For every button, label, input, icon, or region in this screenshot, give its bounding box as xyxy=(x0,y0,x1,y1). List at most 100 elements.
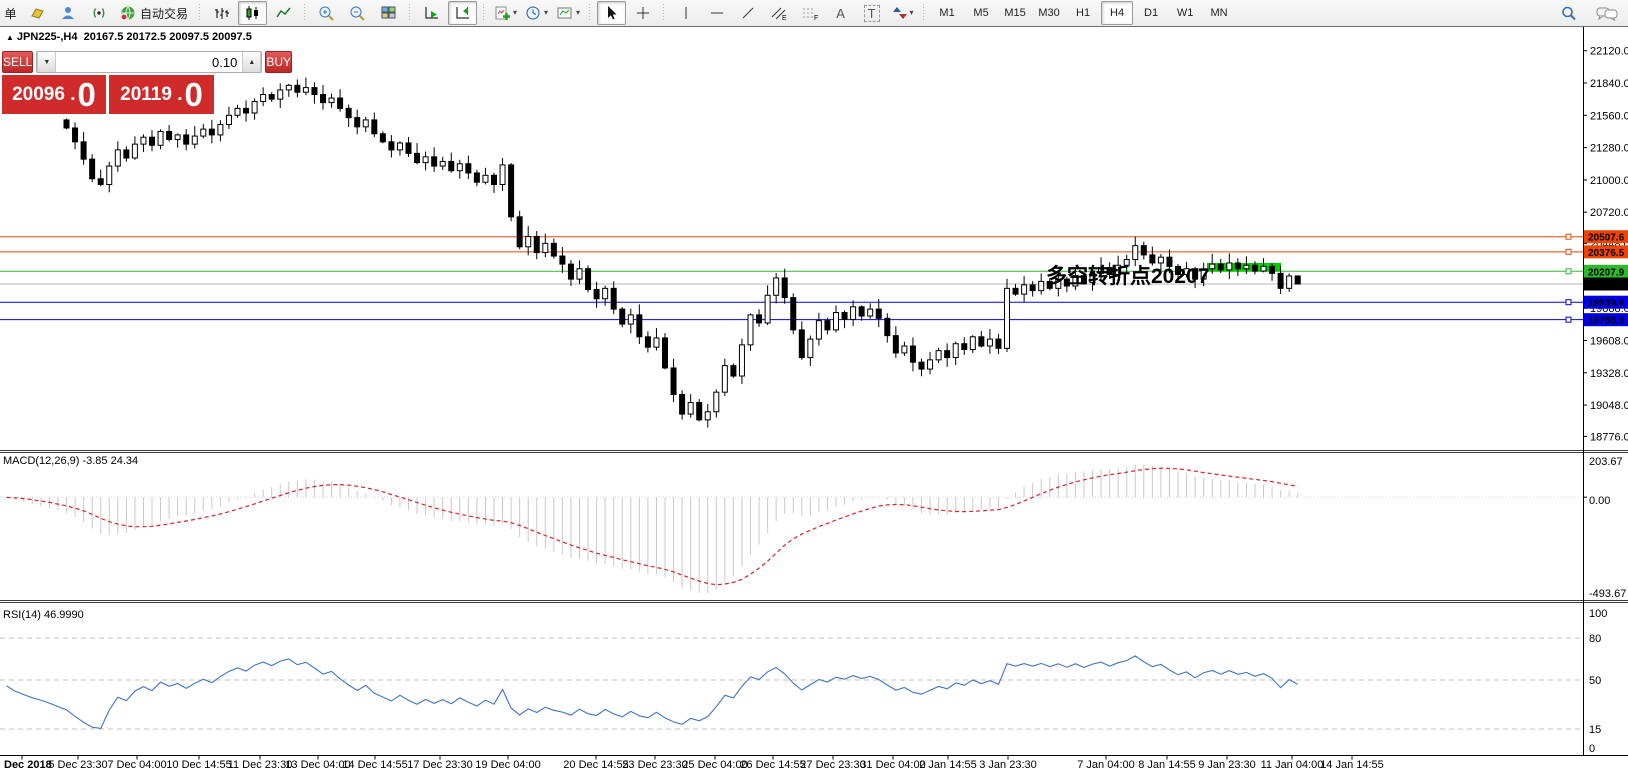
candle-body xyxy=(1269,265,1276,274)
sell-price[interactable]: 20096 .0 xyxy=(2,75,106,114)
candle-body xyxy=(892,335,899,354)
rsi-scale-0: 0 xyxy=(1589,743,1595,755)
volume-decrease-button[interactable]: ▼ xyxy=(37,52,57,72)
line-handle[interactable] xyxy=(1565,248,1572,255)
bar-chart-icon[interactable] xyxy=(207,1,236,25)
auto-trading-button[interactable]: 自动交易 xyxy=(115,1,193,25)
candle-body xyxy=(567,263,574,280)
time-axis-label: 7 Dec 04:00 xyxy=(107,759,166,771)
time-axis-label: 17 Dec 23:30 xyxy=(407,759,472,771)
line-handle[interactable] xyxy=(1565,233,1572,240)
candle-body xyxy=(713,391,720,413)
candle-body xyxy=(1243,264,1250,270)
price-tick-label: 20720.0 xyxy=(1590,207,1628,219)
candle-body xyxy=(747,314,754,346)
timeframe-d1[interactable]: D1 xyxy=(1135,1,1167,25)
candle-body xyxy=(978,336,985,347)
time-axis-label: 27 Dec 23:30 xyxy=(800,759,865,771)
rsi-scale-15: 15 xyxy=(1589,724,1601,736)
candle-body xyxy=(140,136,147,145)
equidistant-channel-tool[interactable]: E xyxy=(764,1,793,25)
time-axis-label: 20 Dec 14:55 xyxy=(563,759,628,771)
candle-body xyxy=(1038,280,1045,292)
templates-button[interactable]: ▾ xyxy=(553,1,583,25)
rsi-scale-80: 80 xyxy=(1589,633,1601,645)
arrows-tool[interactable]: ▾ xyxy=(888,1,917,25)
zoom-out-icon[interactable] xyxy=(343,1,372,25)
volume-increase-button[interactable]: ▲ xyxy=(242,52,262,72)
time-axis-label: 14 Dec 14:55 xyxy=(342,759,407,771)
indicators-button[interactable]: ▾ xyxy=(491,1,520,25)
timeframe-mn[interactable]: MN xyxy=(1203,1,1235,25)
candle-body xyxy=(662,337,668,369)
candle-body xyxy=(807,338,814,359)
candle-body xyxy=(1234,262,1241,270)
volume-input[interactable] xyxy=(56,52,243,72)
text-label-tool[interactable]: T xyxy=(857,1,886,25)
candle-body xyxy=(901,345,908,354)
candle-body xyxy=(1217,263,1224,271)
timeframe-m30[interactable]: M30 xyxy=(1033,1,1065,25)
timeframe-m15[interactable]: M15 xyxy=(999,1,1031,25)
candle-body xyxy=(166,130,173,141)
periods-button[interactable]: ▾ xyxy=(522,1,551,25)
signals-icon[interactable] xyxy=(84,1,113,25)
community-icon[interactable] xyxy=(53,1,82,25)
auto-scroll-icon[interactable] xyxy=(417,1,446,25)
trendline-tool[interactable] xyxy=(733,1,762,25)
tile-windows-icon[interactable] xyxy=(374,1,403,25)
time-axis-label: 31 Dec 04:00 xyxy=(860,759,925,771)
candle-body xyxy=(969,336,976,350)
one-click-trading-panel: SELL ▼ ▲ BUY 20096 .0 20119 .0 xyxy=(2,51,293,114)
rsi-scale-50: 50 xyxy=(1589,675,1601,687)
indicators-icon xyxy=(495,6,511,20)
candle-body xyxy=(362,119,369,128)
timeframe-m1[interactable]: M1 xyxy=(931,1,963,25)
candlestick-chart-icon[interactable] xyxy=(238,1,268,25)
line-handle[interactable] xyxy=(1565,299,1572,306)
sell-button[interactable]: SELL xyxy=(2,51,34,73)
macd-scale-zero: 0.00 xyxy=(1589,495,1610,507)
line-handle[interactable] xyxy=(1565,316,1572,323)
candle-body xyxy=(465,163,472,174)
gold-order-icon[interactable] xyxy=(22,1,51,25)
timeframe-m5[interactable]: M5 xyxy=(965,1,997,25)
candle-body xyxy=(1021,284,1028,295)
candle-body xyxy=(781,277,788,299)
order-button[interactable]: 单 xyxy=(1,1,20,25)
volume-stepper: ▼ ▲ xyxy=(36,51,263,73)
buy-button[interactable]: BUY xyxy=(265,51,293,73)
crosshair-tool[interactable] xyxy=(628,1,657,25)
vertical-line-tool[interactable] xyxy=(671,1,700,25)
time-axis-label: 2 Jan 14:55 xyxy=(919,759,977,771)
line-chart-icon[interactable] xyxy=(269,1,298,25)
chart-canvas[interactable]: 22120.0 21840.0 21560.0 21280.0 21000.0 20720… xyxy=(0,27,1628,774)
candle-body xyxy=(345,107,352,119)
cursor-tool[interactable] xyxy=(597,1,627,25)
candle-body xyxy=(585,268,592,290)
candle-body xyxy=(106,165,113,186)
candle-body xyxy=(456,163,463,172)
annotation-text[interactable]: 多空转折点20207 xyxy=(1046,264,1209,288)
price-tick-label: 19048.0 xyxy=(1590,400,1628,412)
chat-icon[interactable] xyxy=(1592,1,1621,25)
time-axis-label: 11 Dec 23:30 xyxy=(228,759,293,771)
candle-body xyxy=(593,288,600,300)
timeframe-h1[interactable]: H1 xyxy=(1067,1,1099,25)
candle-body xyxy=(875,308,882,319)
candle-body xyxy=(841,312,848,320)
template-icon xyxy=(557,7,572,19)
candle-body xyxy=(354,117,361,128)
line-handle[interactable] xyxy=(1565,268,1572,275)
timeframe-w1[interactable]: W1 xyxy=(1169,1,1201,25)
text-tool[interactable]: A xyxy=(826,1,855,25)
chart-shift-icon[interactable] xyxy=(448,1,478,25)
horizontal-line-tool[interactable] xyxy=(702,1,731,25)
fibonacci-tool[interactable]: F xyxy=(795,1,824,25)
buy-price[interactable]: 20119 .0 xyxy=(109,75,214,114)
search-icon[interactable] xyxy=(1554,1,1583,25)
candle-body xyxy=(721,365,728,393)
zoom-in-icon[interactable] xyxy=(312,1,341,25)
timeframe-h4[interactable]: H4 xyxy=(1101,1,1134,25)
time-axis-label: 19 Dec 04:00 xyxy=(475,759,540,771)
